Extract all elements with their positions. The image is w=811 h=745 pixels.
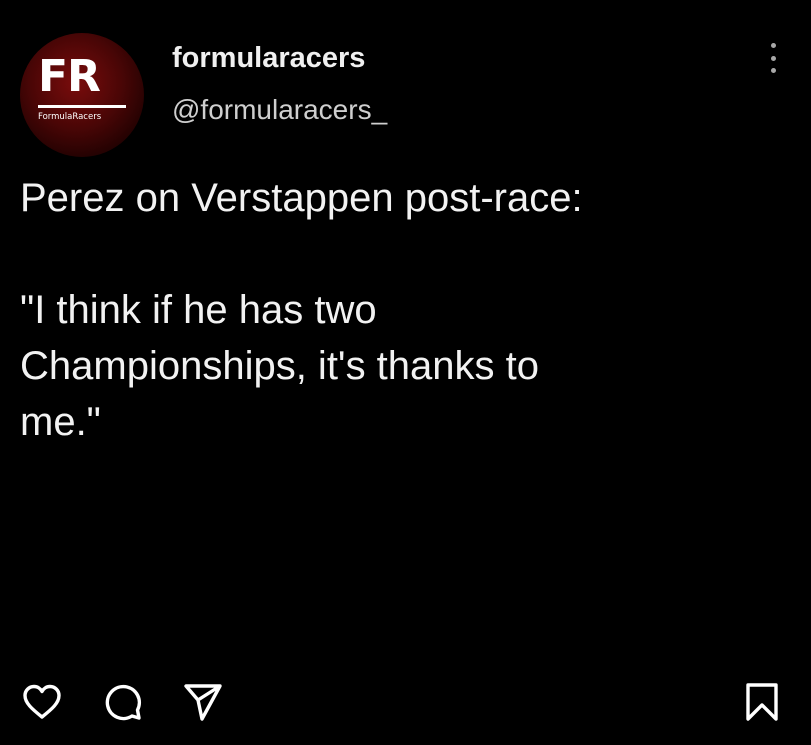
action-bar: [0, 680, 811, 728]
comment-button[interactable]: [101, 680, 145, 724]
avatar-logo-divider: [38, 105, 126, 108]
post-text: Perez on Verstappen post-race: "I think …: [20, 176, 583, 444]
share-button[interactable]: [181, 680, 225, 724]
like-button[interactable]: [20, 680, 64, 724]
more-options-button[interactable]: [758, 40, 788, 76]
send-icon: [184, 684, 222, 721]
avatar[interactable]: FR FormulaRacers: [20, 33, 144, 157]
bookmark-icon: [746, 683, 778, 721]
more-vertical-icon: [770, 55, 776, 61]
post-card: FR FormulaRacers formularacers @formular…: [0, 0, 811, 745]
username[interactable]: formularacers: [172, 42, 365, 75]
save-button[interactable]: [740, 680, 784, 724]
avatar-logo-text: FR: [38, 51, 101, 102]
heart-icon: [23, 684, 61, 719]
more-vertical-icon: [770, 68, 776, 73]
avatar-logo-subtext: FormulaRacers: [38, 112, 102, 122]
comment-icon: [105, 684, 142, 721]
more-vertical-icon: [770, 43, 776, 48]
user-handle[interactable]: @formularacers_: [172, 94, 387, 126]
